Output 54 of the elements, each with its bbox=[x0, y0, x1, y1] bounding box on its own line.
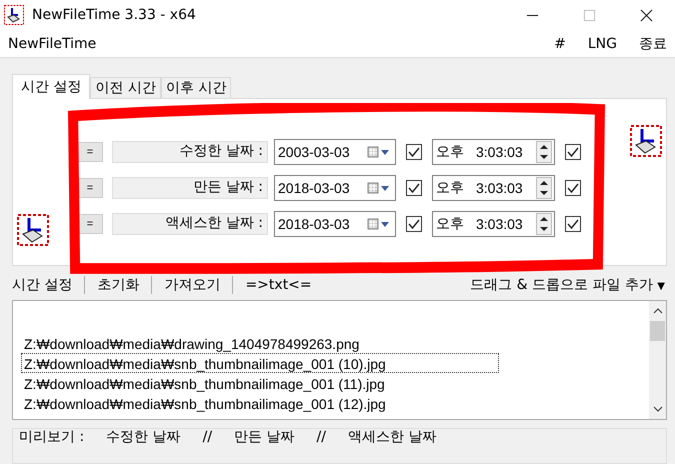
close-icon[interactable] bbox=[640, 8, 653, 22]
toolbar-button[interactable]: =>txt<= bbox=[233, 277, 324, 293]
preview-label: 미리보기 : bbox=[19, 429, 84, 446]
file-list-item[interactable]: Z:₩download₩media₩snb_thumbnailimage_001 (10).jpg bbox=[21, 353, 499, 373]
grid-cursor-icon[interactable] bbox=[630, 124, 662, 158]
preview-column-label: 만든 날짜 bbox=[234, 429, 295, 446]
date-checkbox[interactable] bbox=[406, 144, 422, 160]
spin-icon[interactable] bbox=[536, 141, 552, 163]
time-checkbox[interactable] bbox=[565, 216, 581, 232]
time-checkbox[interactable] bbox=[565, 144, 581, 160]
toolbar-button[interactable]: 가져오기 bbox=[152, 276, 234, 294]
equals-button[interactable]: = bbox=[77, 178, 103, 198]
spin-icon[interactable] bbox=[536, 177, 552, 199]
file-list-item[interactable]: Z:₩download₩media₩snb_thumbnailimage_001 (12).jpg bbox=[21, 393, 499, 413]
file-list-item[interactable]: Z:₩download₩media₩drawing_1404978499263.png bbox=[21, 333, 499, 353]
equals-button[interactable]: = bbox=[77, 142, 103, 162]
preview-column-label: 액세스한 날짜 bbox=[348, 429, 436, 446]
date-checkbox[interactable] bbox=[406, 216, 422, 232]
date-picker[interactable]: 2018-03-03 bbox=[274, 175, 396, 201]
menu-item[interactable]: 종료 bbox=[639, 34, 667, 52]
toolbar-button[interactable]: 초기화 bbox=[85, 276, 152, 294]
menu-item[interactable]: # bbox=[554, 36, 566, 52]
menu-item[interactable]: NewFileTime bbox=[8, 36, 96, 52]
file-list-item[interactable]: Z:₩download₩media₩snb_thumbnailimage_001 (11).jpg bbox=[21, 373, 499, 393]
grid-cursor-icon[interactable] bbox=[17, 213, 49, 247]
time-field[interactable]: 오후 3:03:03 bbox=[432, 175, 555, 201]
spin-icon[interactable] bbox=[536, 213, 552, 235]
date-checkbox[interactable] bbox=[406, 180, 422, 196]
menu-item[interactable]: LNG bbox=[588, 36, 617, 52]
tab[interactable]: 시간 설정 bbox=[12, 74, 90, 99]
window-title: NewFileTime 3.33 - x64 bbox=[32, 7, 196, 23]
preview-column-label: // bbox=[316, 429, 326, 445]
date-label: 만든 날짜 : bbox=[112, 177, 268, 199]
calendar-dropdown-icon[interactable] bbox=[366, 145, 392, 159]
date-picker[interactable]: 2003-03-03 bbox=[274, 139, 396, 165]
toolbar-button[interactable]: 시간 설정 bbox=[12, 276, 86, 294]
scrollbar[interactable] bbox=[649, 301, 666, 419]
date-label: 수정한 날짜 : bbox=[112, 141, 268, 163]
calendar-dropdown-icon[interactable] bbox=[366, 181, 392, 195]
app-icon bbox=[4, 5, 24, 25]
tab[interactable]: 이전 시간 bbox=[90, 77, 161, 98]
time-checkbox[interactable] bbox=[565, 180, 581, 196]
scroll-up-icon[interactable] bbox=[652, 307, 662, 315]
scroll-down-icon[interactable] bbox=[652, 405, 662, 413]
tab[interactable]: 이후 시간 bbox=[160, 77, 232, 98]
scrollbar-thumb[interactable] bbox=[650, 321, 665, 341]
drop-menu-button[interactable]: 드래그 & 드롭으로 파일 추가 ▼ bbox=[458, 276, 667, 294]
time-field[interactable]: 오후 3:03:03 bbox=[432, 139, 555, 165]
time-field[interactable]: 오후 3:03:03 bbox=[432, 211, 555, 237]
date-picker[interactable]: 2018-03-03 bbox=[274, 211, 396, 237]
preview-column-label: 수정한 날짜 bbox=[106, 429, 181, 446]
calendar-dropdown-icon[interactable] bbox=[366, 217, 392, 231]
preview-column-label: // bbox=[202, 429, 212, 445]
date-label: 액세스한 날짜 : bbox=[112, 213, 268, 235]
